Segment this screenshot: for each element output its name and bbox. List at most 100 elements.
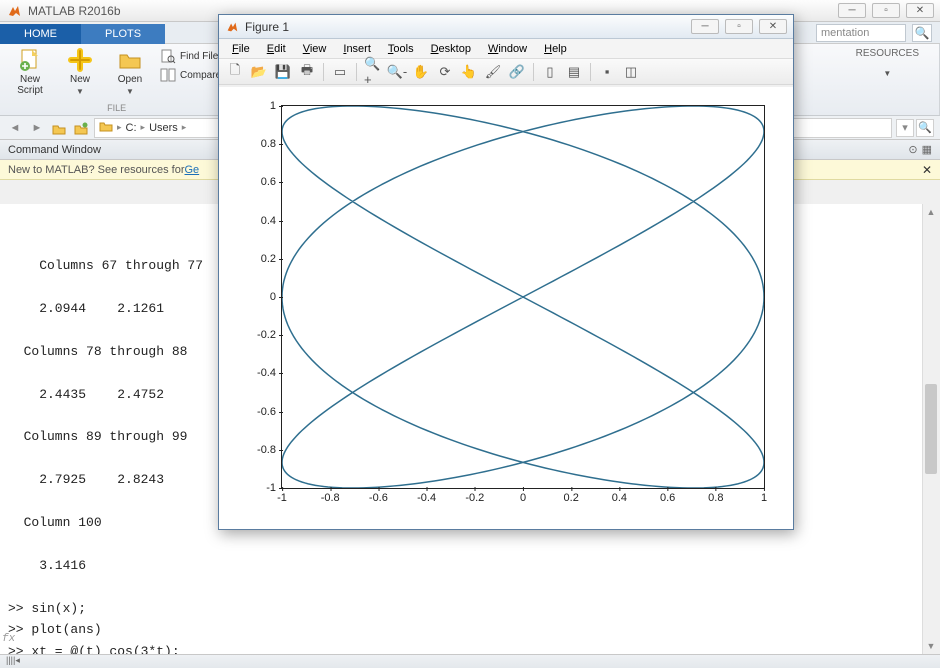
scroll-thumb[interactable] (925, 384, 937, 474)
chevron-down-icon[interactable]: ▼ (856, 69, 919, 78)
x-tick-label: 0.4 (612, 488, 627, 504)
y-tick-label: 0.8 (261, 138, 282, 150)
folder-icon (99, 120, 113, 135)
x-tick-label: 0.8 (708, 488, 723, 504)
menu-tools[interactable]: Tools (381, 43, 421, 55)
figure-canvas: -1-0.8-0.6-0.4-0.200.20.40.60.81-1-0.8-0… (219, 87, 793, 529)
rotate-icon[interactable]: ⟳ (435, 62, 455, 82)
window-buttons: ─ ▫ ✕ (838, 3, 934, 18)
menu-view[interactable]: View (296, 43, 334, 55)
vertical-scrollbar[interactable]: ▲ ▼ (922, 204, 939, 654)
menu-help[interactable]: Help (537, 43, 574, 55)
matlab-logo-icon (6, 3, 22, 19)
link-icon[interactable]: 🔗 (507, 62, 527, 82)
tab-plots[interactable]: PLOTS (81, 24, 165, 44)
y-tick-label: -0.6 (257, 406, 282, 418)
status-bar: ||||◂ (0, 654, 940, 668)
edit-plot-icon[interactable]: ▭ (330, 62, 350, 82)
x-tick-label: -0.6 (369, 488, 388, 504)
hide-tools-icon[interactable]: ▪ (597, 62, 617, 82)
figure-titlebar[interactable]: Figure 1 ─ ▫ ✕ (219, 15, 793, 39)
toolgroup-resources: RESOURCES ▼ (836, 44, 940, 115)
axes[interactable]: -1-0.8-0.6-0.4-0.200.20.40.60.81-1-0.8-0… (281, 105, 765, 489)
x-tick-label: 1 (761, 488, 767, 504)
maximize-button[interactable]: ▫ (872, 3, 900, 18)
search-button[interactable]: 🔍 (912, 24, 932, 42)
back-button[interactable]: ◄ (6, 119, 24, 137)
search-input[interactable]: mentation (816, 24, 906, 42)
menu-edit[interactable]: Edit (260, 43, 293, 55)
y-tick-label: 0.6 (261, 176, 282, 188)
x-tick-label: -0.2 (465, 488, 484, 504)
new-script-icon (18, 48, 42, 72)
y-tick-label: 0.2 (261, 253, 282, 265)
figure-minimize-button[interactable]: ─ (691, 19, 719, 34)
minimize-button[interactable]: ─ (838, 3, 866, 18)
y-tick-label: -0.2 (257, 329, 282, 341)
path-separator-icon: ▸ (139, 122, 148, 133)
path-dropdown-button[interactable]: ▾ (896, 119, 914, 137)
compare-button[interactable]: Compare (160, 67, 223, 83)
path-separator-icon: ▸ (115, 122, 124, 133)
figure-title: Figure 1 (245, 20, 691, 34)
x-tick-label: -0.4 (417, 488, 436, 504)
y-tick-label: 0 (270, 291, 282, 303)
find-files-button[interactable]: Find Files (160, 48, 223, 64)
browse-button[interactable] (72, 119, 90, 137)
panel-layout-button[interactable]: ▦ (922, 143, 932, 156)
colorbar-icon[interactable]: ▯ (540, 62, 560, 82)
chevron-down-icon: ▼ (76, 87, 84, 96)
figure-menubar: File Edit View Insert Tools Desktop Wind… (219, 39, 793, 59)
menu-desktop[interactable]: Desktop (424, 43, 478, 55)
zoom-in-icon[interactable]: 🔍+ (363, 62, 383, 82)
new-figure-icon[interactable]: 🗋 (225, 62, 245, 82)
open-button[interactable]: Open ▼ (110, 48, 150, 96)
new-button[interactable]: New ▼ (60, 48, 100, 96)
new-script-button[interactable]: New Script (10, 48, 50, 96)
print-icon[interactable]: 🖶 (297, 62, 317, 82)
path-separator-icon: ▸ (180, 122, 189, 133)
show-tools-icon[interactable]: ◫ (621, 62, 641, 82)
close-button[interactable]: ✕ (906, 3, 934, 18)
chevron-down-icon: ▼ (126, 87, 134, 96)
menu-window[interactable]: Window (481, 43, 534, 55)
compare-icon (160, 67, 176, 83)
up-folder-button[interactable] (50, 119, 68, 137)
path-search-button[interactable]: 🔍 (916, 119, 934, 137)
open-figure-icon[interactable]: 📂 (249, 62, 269, 82)
forward-button[interactable]: ► (28, 119, 46, 137)
folder-open-icon (118, 48, 142, 72)
path-segment-drive[interactable]: C: (126, 122, 137, 134)
banner-close-button[interactable]: ✕ (922, 163, 932, 177)
menu-file[interactable]: File (225, 43, 257, 55)
legend-icon[interactable]: ▤ (564, 62, 584, 82)
find-files-icon (160, 48, 176, 64)
menu-insert[interactable]: Insert (336, 43, 378, 55)
figure-maximize-button[interactable]: ▫ (725, 19, 753, 34)
scroll-up-icon[interactable]: ▲ (923, 204, 939, 220)
y-tick-label: -0.8 (257, 444, 282, 456)
y-tick-label: -0.4 (257, 367, 282, 379)
y-tick-label: 1 (270, 100, 282, 112)
brush-icon[interactable]: 🖌 (483, 62, 503, 82)
zoom-out-icon[interactable]: 🔍- (387, 62, 407, 82)
plot-line (282, 106, 764, 488)
getting-started-link[interactable]: Ge (184, 164, 199, 176)
figure-window: Figure 1 ─ ▫ ✕ File Edit View Insert Too… (218, 14, 794, 530)
matlab-logo-icon (225, 20, 239, 34)
save-figure-icon[interactable]: 💾 (273, 62, 293, 82)
figure-close-button[interactable]: ✕ (759, 19, 787, 34)
tab-home[interactable]: HOME (0, 24, 81, 44)
figure-toolbar: 🗋 📂 💾 🖶 ▭ 🔍+ 🔍- ✋ ⟳ 👆 🖌 🔗 ▯ ▤ ▪ ◫ (219, 59, 793, 85)
panel-actions-button[interactable]: ⊙ (908, 143, 917, 156)
y-tick-label: 0.4 (261, 215, 282, 227)
x-tick-label: 0.6 (660, 488, 675, 504)
scroll-down-icon[interactable]: ▼ (923, 638, 939, 654)
x-tick-label: -0.8 (321, 488, 340, 504)
new-script-label: New Script (17, 74, 43, 96)
pan-icon[interactable]: ✋ (411, 62, 431, 82)
new-icon (68, 48, 92, 72)
data-cursor-icon[interactable]: 👆 (459, 62, 479, 82)
path-segment-users[interactable]: Users (149, 122, 178, 134)
x-tick-label: 0 (520, 488, 526, 504)
